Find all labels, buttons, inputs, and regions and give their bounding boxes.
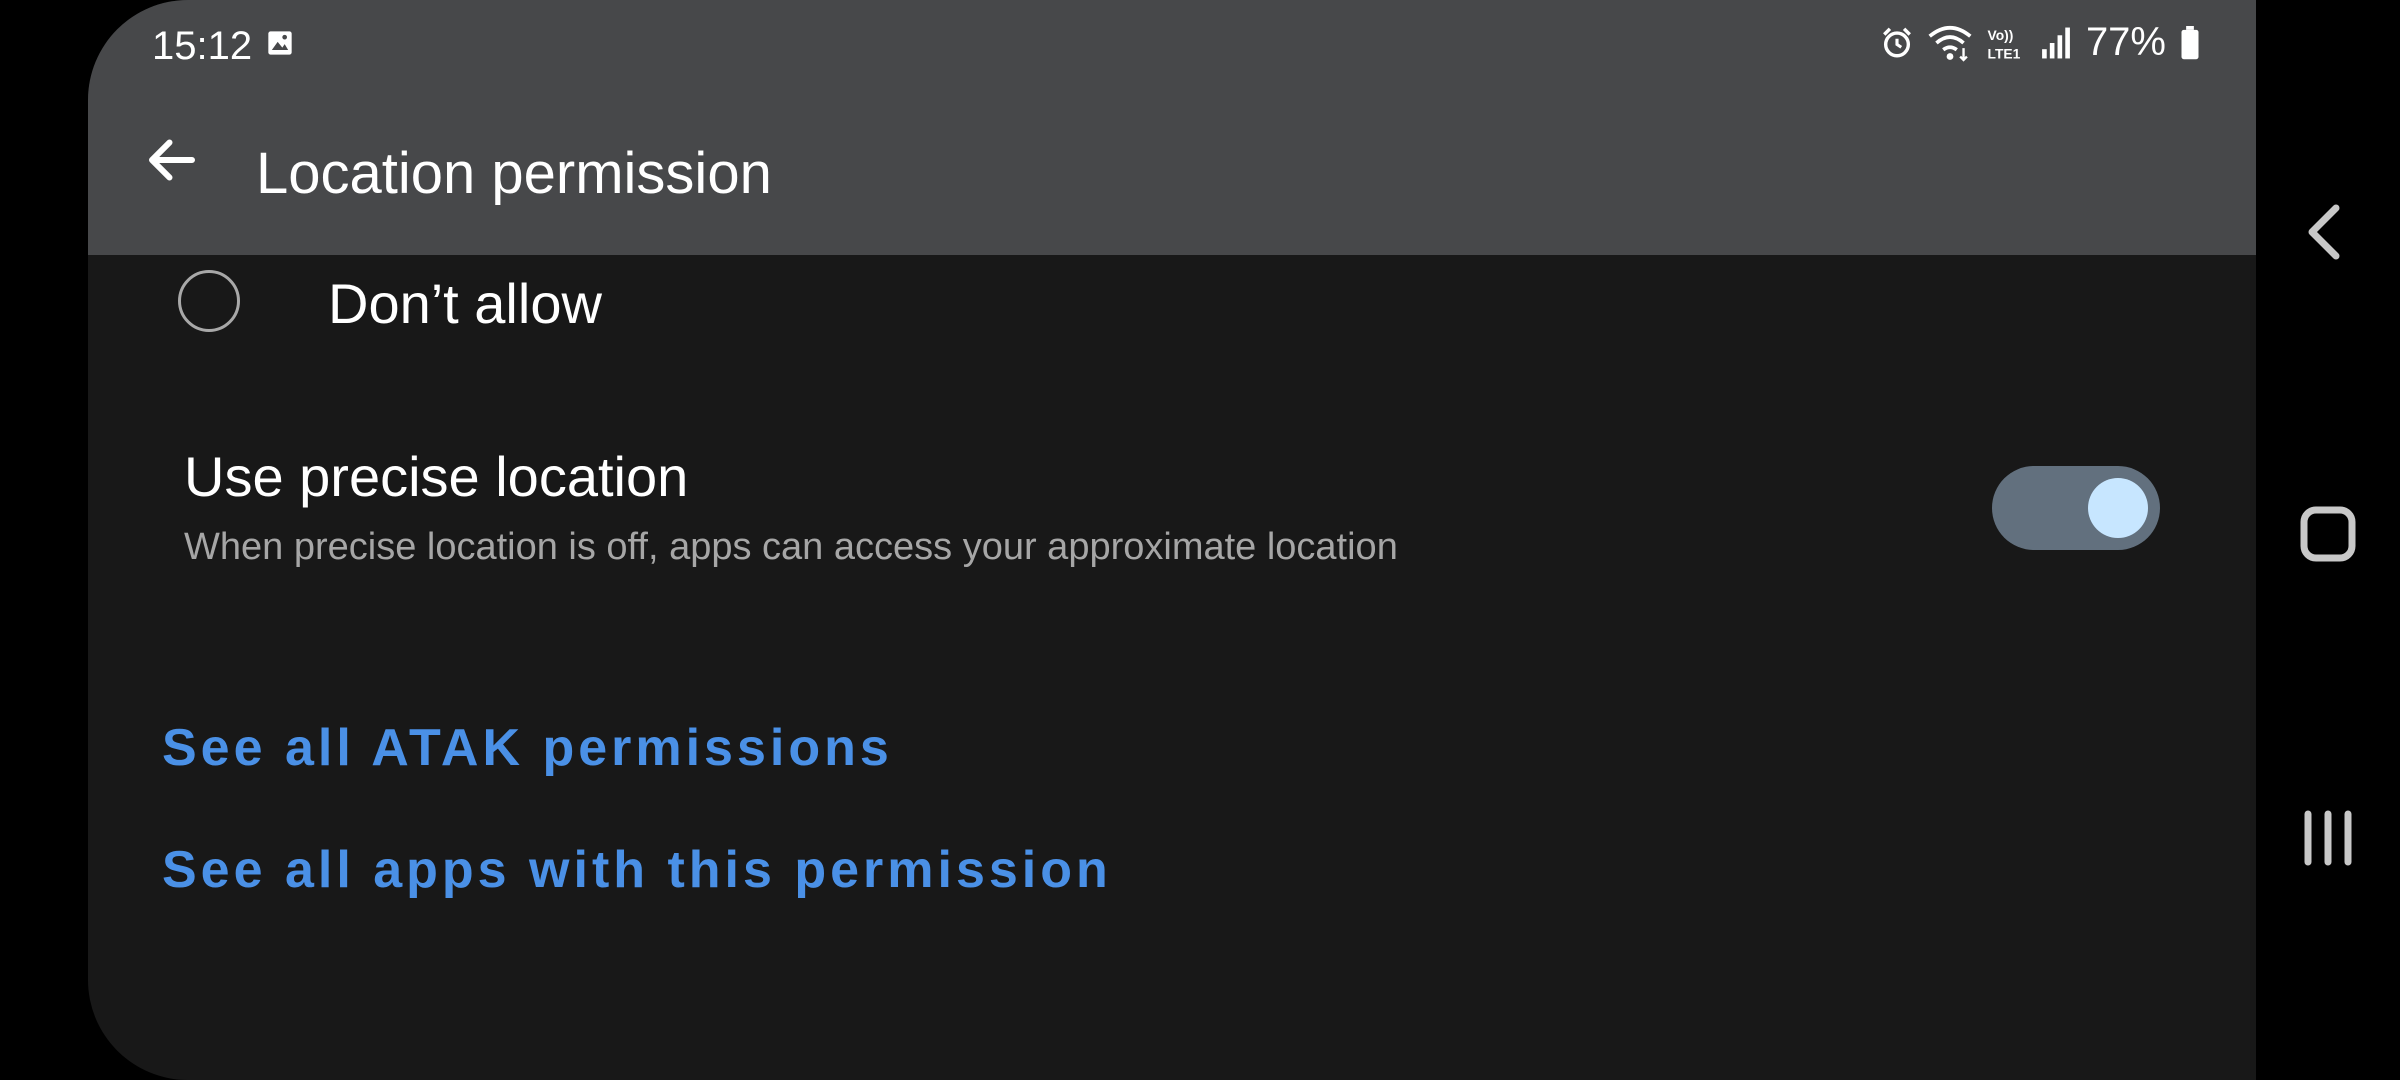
top-app-bar: 15:12 Vo)) LTE1 77% Location permission (88, 0, 2256, 255)
dont-allow-radio[interactable] (178, 270, 240, 332)
back-icon[interactable] (2288, 192, 2368, 272)
battery-icon (2181, 25, 2199, 59)
battery-percent: 77% (2085, 20, 2166, 64)
precise-location-setting[interactable]: Use precise location When precise locati… (88, 430, 2256, 590)
see-all-apps-with-permission-link[interactable]: See all apps with this permission (162, 840, 1112, 900)
svg-text:LTE1: LTE1 (1987, 45, 2020, 61)
dont-allow-label: Don’t allow (328, 272, 602, 335)
back-arrow-icon[interactable] (142, 130, 202, 190)
status-icons: Vo)) LTE1 77% (1880, 20, 2200, 65)
home-icon[interactable] (2288, 494, 2368, 574)
recents-icon[interactable] (2288, 798, 2368, 878)
precise-location-title: Use precise location (184, 445, 689, 508)
dont-allow-option[interactable]: Don’t allow (88, 255, 2256, 355)
gallery-icon (268, 31, 292, 55)
alarm-icon (1882, 27, 1911, 57)
toggle-knob (2088, 478, 2148, 538)
app-screen: 15:12 Vo)) LTE1 77% Location permission … (88, 0, 2256, 1080)
status-time: 15:12 (152, 24, 253, 68)
svg-text:Vo)): Vo)) (1987, 26, 2013, 42)
navigation-bar (2256, 0, 2400, 1080)
volte-icon: Vo)) LTE1 (1987, 26, 2020, 61)
precise-location-description: When precise location is off, apps can a… (184, 526, 1398, 568)
signal-icon (2042, 27, 2070, 58)
see-all-atak-permissions-link[interactable]: See all ATAK permissions (162, 718, 893, 778)
page-title: Location permission (256, 141, 772, 206)
precise-location-toggle[interactable] (1992, 466, 2160, 550)
wifi-icon (1928, 25, 1972, 62)
